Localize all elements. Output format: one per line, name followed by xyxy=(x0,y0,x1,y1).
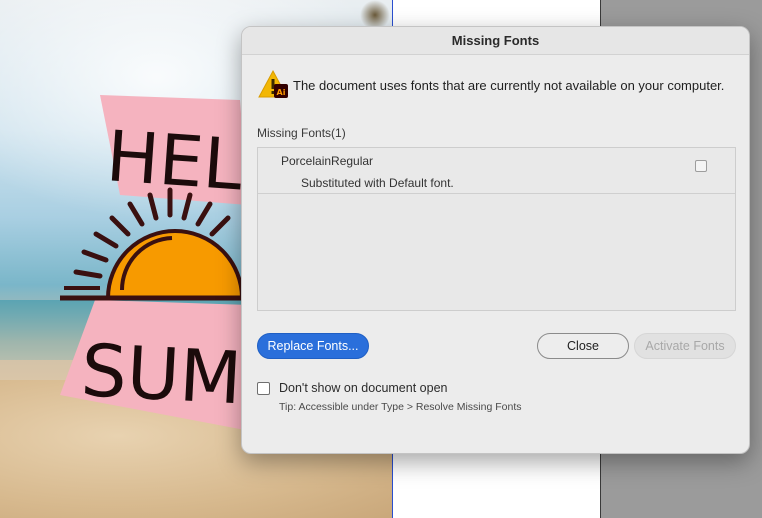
dont-show-checkbox[interactable] xyxy=(257,381,270,395)
font-substitution-status: Substituted with Default font. xyxy=(301,176,454,190)
replace-fonts-button[interactable]: Replace Fonts... xyxy=(257,333,369,359)
warning-message: The document uses fonts that are current… xyxy=(293,77,725,93)
dialog-titlebar[interactable]: Missing Fonts xyxy=(242,27,749,55)
activate-fonts-button[interactable]: Activate Fonts xyxy=(634,333,736,359)
missing-fonts-label: Missing Fonts(1) xyxy=(257,126,346,140)
dont-show-option[interactable]: Don't show on document open xyxy=(257,381,447,395)
missing-fonts-dialog: Missing Fonts Ai The document uses fonts… xyxy=(241,26,750,454)
svg-text:Ai: Ai xyxy=(277,88,286,97)
close-button[interactable]: Close xyxy=(537,333,629,359)
warning-row: Ai The document uses fonts that are curr… xyxy=(257,69,724,101)
dialog-title: Missing Fonts xyxy=(451,33,540,48)
font-name: PorcelainRegular xyxy=(281,154,374,168)
warning-triangle-icon: Ai xyxy=(257,69,289,101)
missing-fonts-list[interactable]: PorcelainRegular Substituted with Defaul… xyxy=(257,147,736,311)
font-row-checkbox[interactable] xyxy=(695,160,707,172)
list-item[interactable]: PorcelainRegular Substituted with Defaul… xyxy=(258,148,735,194)
dont-show-label: Don't show on document open xyxy=(279,381,448,395)
tip-text: Tip: Accessible under Type > Resolve Mis… xyxy=(279,401,522,413)
